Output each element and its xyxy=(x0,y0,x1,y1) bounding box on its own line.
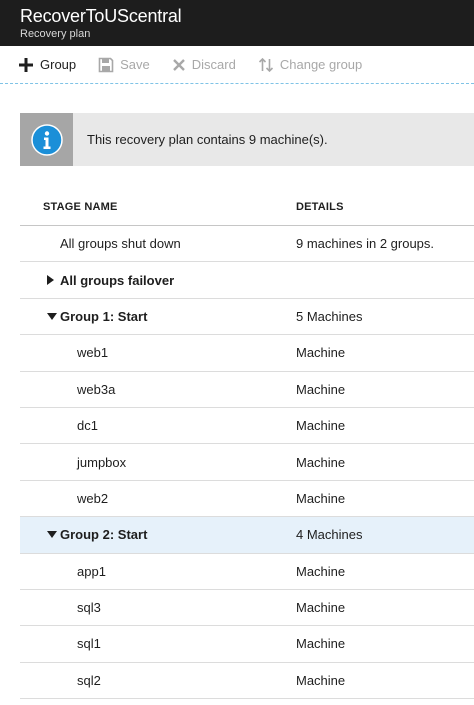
stage-name: All groups failover xyxy=(60,272,175,288)
details-cell: 5 Machines xyxy=(296,308,363,324)
table-row-group[interactable]: All groups failover xyxy=(20,262,474,299)
stage-cell: jumpbox xyxy=(20,455,296,470)
machine-name: web2 xyxy=(77,490,109,506)
stage-cell: web3a xyxy=(20,382,296,397)
info-icon xyxy=(30,123,63,156)
close-icon xyxy=(172,58,185,71)
change-group-button[interactable]: Change group xyxy=(258,57,362,73)
machine-name: sql3 xyxy=(77,600,101,616)
details-cell: Machine xyxy=(296,600,346,616)
change-group-label: Change group xyxy=(279,57,363,72)
details-cell: Machine xyxy=(296,345,346,361)
details-cell: Machine xyxy=(296,490,346,506)
save-button[interactable]: Save xyxy=(98,57,150,73)
details-cell: Machine xyxy=(296,454,346,470)
stage-cell: Group 2: Start xyxy=(20,527,296,542)
stage-cell: web2 xyxy=(20,491,296,506)
stage-cell: All groups shut down xyxy=(20,236,296,251)
machine-name: jumpbox xyxy=(77,454,127,470)
discard-label: Discard xyxy=(191,57,236,72)
table-row-group[interactable]: Group 1: Start 5 Machines xyxy=(20,299,474,336)
add-group-button[interactable]: Group xyxy=(18,57,76,73)
recovery-plan-table: STAGE NAME DETAILS All groups shut down … xyxy=(20,189,474,700)
stage-cell: sql1 xyxy=(20,636,296,651)
machine-name: web3a xyxy=(77,381,116,397)
details-cell: Machine xyxy=(296,563,346,579)
swap-arrows-icon xyxy=(258,57,273,72)
stage-cell: dc1 xyxy=(20,418,296,433)
details-cell: 4 Machines xyxy=(296,527,363,543)
plus-icon xyxy=(19,57,33,72)
caret-down-icon[interactable] xyxy=(47,312,60,320)
machine-name: sql1 xyxy=(77,636,101,652)
table-header: STAGE NAME DETAILS xyxy=(20,189,474,226)
machine-name: dc1 xyxy=(77,418,98,434)
caret-right-icon[interactable] xyxy=(47,275,60,286)
caret-down-icon[interactable] xyxy=(47,531,60,539)
banner-message: This recovery plan contains 9 machine(s)… xyxy=(87,132,328,147)
machine-name: web1 xyxy=(77,345,109,361)
stage-cell: web1 xyxy=(20,345,296,360)
page-title: RecoverToUScentral xyxy=(20,6,182,26)
info-icon-box xyxy=(20,113,73,166)
stage-cell: app1 xyxy=(20,564,296,579)
details-cell: Machine xyxy=(296,381,346,397)
stage-name: Group 2: Start xyxy=(60,527,148,543)
table-row[interactable]: web3a Machine xyxy=(20,372,474,408)
table-row[interactable]: All groups shut down 9 machines in 2 gro… xyxy=(20,226,474,263)
save-icon xyxy=(98,57,114,72)
discard-button[interactable]: Discard xyxy=(172,57,236,72)
table-row[interactable]: web2 Machine xyxy=(20,481,474,518)
machine-name: sql2 xyxy=(77,672,101,688)
command-bar: Group Save Discard Change group xyxy=(0,46,474,84)
table-row[interactable]: web1 Machine xyxy=(20,335,474,372)
table-row[interactable]: app1 Machine xyxy=(20,554,474,590)
table-row[interactable]: dc1 Machine xyxy=(20,408,474,445)
table-row-group-selected[interactable]: Group 2: Start 4 Machines xyxy=(20,517,474,554)
table-row[interactable]: sql1 Machine xyxy=(20,626,474,663)
details-cell: 9 machines in 2 groups. xyxy=(296,236,435,252)
stage-name: All groups shut down xyxy=(60,236,181,252)
details-cell: Machine xyxy=(296,418,346,434)
stage-cell: sql3 xyxy=(20,600,296,615)
blade-header: RecoverToUScentral Recovery plan xyxy=(0,0,474,46)
stage-cell: sql2 xyxy=(20,673,296,688)
column-header-details: DETAILS xyxy=(296,201,344,213)
info-banner: This recovery plan contains 9 machine(s)… xyxy=(20,113,474,166)
save-label: Save xyxy=(120,57,150,72)
stage-cell: Group 1: Start xyxy=(20,309,296,324)
column-header-stage: STAGE NAME xyxy=(43,201,118,213)
machine-name: app1 xyxy=(77,563,106,579)
stage-cell: All groups failover xyxy=(20,273,296,288)
table-row[interactable]: sql3 Machine xyxy=(20,590,474,627)
table-row[interactable]: jumpbox Machine xyxy=(20,444,474,481)
details-cell: Machine xyxy=(296,636,346,652)
add-group-label: Group xyxy=(40,57,77,72)
page-subtitle: Recovery plan xyxy=(20,28,91,40)
details-cell: Machine xyxy=(296,672,346,688)
table-row[interactable]: sql2 Machine xyxy=(20,663,474,700)
stage-name: Group 1: Start xyxy=(60,308,148,324)
